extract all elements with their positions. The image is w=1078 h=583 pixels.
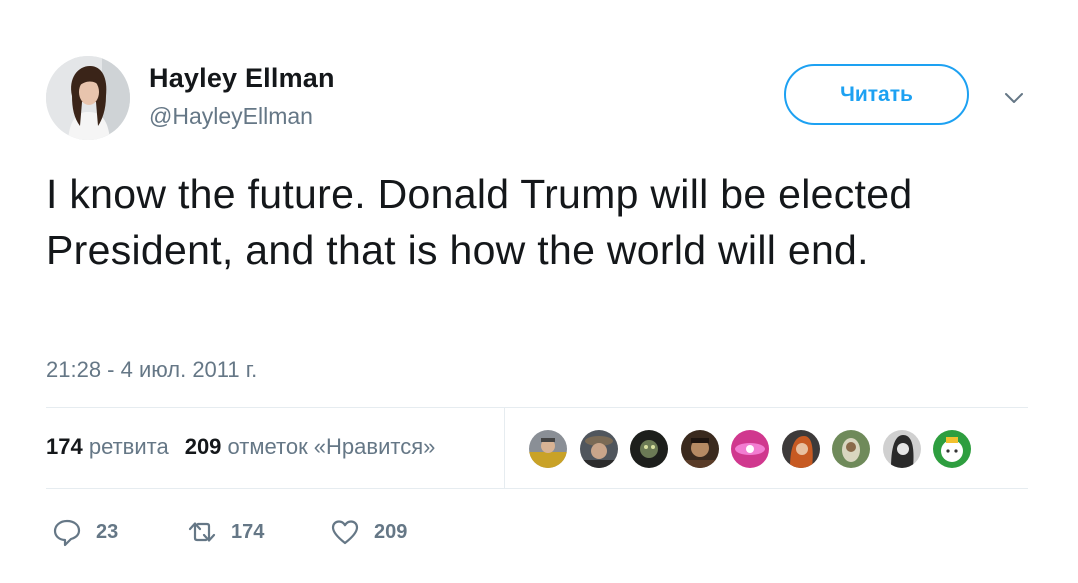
retweets-count: 174 [46,434,83,459]
retweet-icon[interactable] [187,517,217,547]
avatar[interactable] [46,56,130,140]
tweet-stats: 174 ретвита 209 отметок «Нравится» [46,434,435,460]
divider [46,488,1028,489]
liker-avatar[interactable] [729,428,771,470]
retweets-stat[interactable]: 174 ретвита [46,434,169,459]
liker-avatar[interactable] [577,428,620,470]
liker-avatar[interactable] [678,428,721,470]
likes-count: 209 [184,434,222,459]
liker-avatar[interactable] [931,428,973,470]
liker-avatar[interactable] [880,428,923,470]
liker-avatar[interactable] [779,428,822,470]
tweet-text: I know the future. Donald Trump will be … [46,171,913,273]
divider [46,407,1028,408]
retweets-label: ретвита [88,434,169,459]
reply-action[interactable]: 23 [52,512,118,552]
reply-icon[interactable] [52,517,82,547]
retweet-action[interactable]: 174 [187,512,264,552]
like-action[interactable]: 209 [330,512,407,552]
like-count: 209 [374,520,408,543]
liker-avatar[interactable] [527,428,569,470]
heart-icon[interactable] [330,517,360,547]
user-handle[interactable]: @HayleyEllman [149,103,313,130]
reply-count: 23 [96,520,119,543]
tweet-card: Hayley Ellman @HayleyEllman Читать I kno… [0,0,1078,583]
liker-avatar[interactable] [830,428,872,470]
likes-stat[interactable]: 209 отметок «Нравится» [185,434,436,459]
tweet-timestamp[interactable]: 21:28 - 4 июл. 2011 г. [46,357,257,383]
likers-avatars [527,428,982,470]
retweet-count: 174 [231,520,265,543]
user-name[interactable]: Hayley Ellman [149,63,335,94]
divider [504,407,505,488]
likes-label: отметок «Нравится» [227,434,436,459]
follow-button[interactable]: Читать [784,64,969,125]
chevron-down-icon[interactable] [1002,86,1026,110]
liker-avatar[interactable] [628,428,670,470]
